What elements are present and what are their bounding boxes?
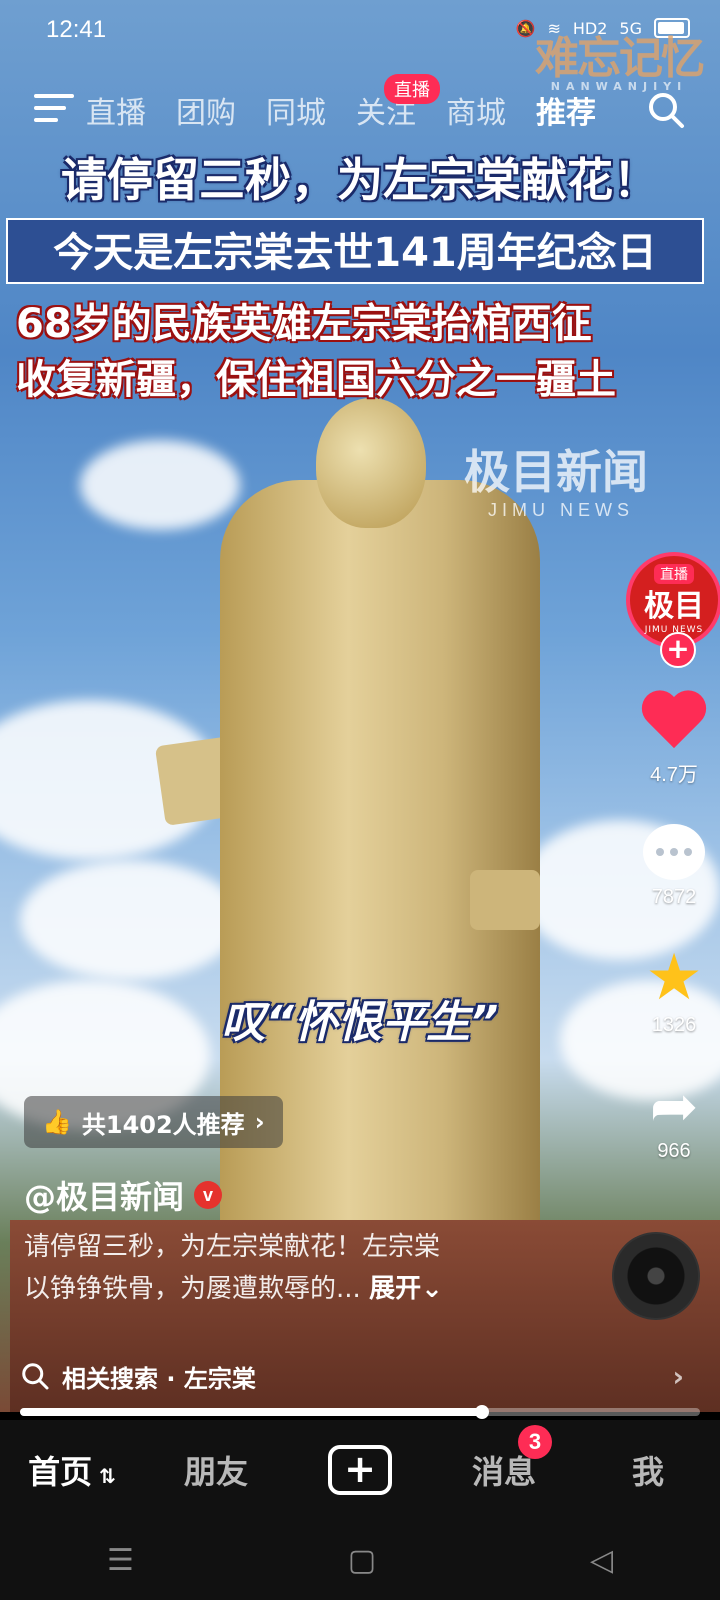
share-icon: ➦ bbox=[649, 1072, 699, 1140]
bottom-tab-bar: 首页 ⇅ 朋友 + 消息 3 我 bbox=[0, 1420, 720, 1520]
expand-label: 展开 bbox=[369, 1274, 422, 1304]
news-watermark: 极目新闻 bbox=[464, 445, 648, 499]
statue-head bbox=[316, 398, 426, 528]
plus-icon: + bbox=[328, 1445, 392, 1495]
cloud bbox=[20, 860, 240, 980]
tab-local[interactable]: 同城 bbox=[266, 88, 326, 132]
author-handle: @极目新闻 bbox=[24, 1178, 185, 1216]
comment-button[interactable]: 7872 bbox=[626, 824, 720, 909]
statue-scroll bbox=[470, 870, 540, 930]
comment-count: 7872 bbox=[651, 886, 697, 908]
cloud bbox=[80, 440, 240, 530]
chevron-down-icon: ⌄ bbox=[421, 1274, 443, 1304]
like-button[interactable]: 4.7万 bbox=[626, 692, 720, 787]
share-button[interactable]: ➦ 966 bbox=[626, 1072, 720, 1163]
desc-line-1: 请停留三秒，为左宗棠献花！左宗棠 bbox=[24, 1232, 441, 1262]
like-count: 4.7万 bbox=[650, 764, 698, 786]
headline-3: 68岁的民族英雄左宗棠抬棺西征 收复新疆，保住祖国六分之一疆土 bbox=[16, 296, 716, 408]
video-description[interactable]: 请停留三秒，为左宗棠献花！左宗棠 以铮铮铁骨，为屡遭欺辱的... 展开⌄ bbox=[24, 1226, 544, 1310]
progress-knob[interactable] bbox=[475, 1405, 490, 1419]
tab-group-buy[interactable]: 团购 bbox=[176, 88, 236, 132]
desc-line-2: 以铮铮铁骨，为屡遭欺辱的... 展开⌄ bbox=[24, 1268, 544, 1310]
refresh-icon: ⇅ bbox=[92, 1464, 116, 1488]
system-nav-bar: ☰ ▢ ◁ bbox=[0, 1520, 720, 1600]
live-badge: 直播 bbox=[384, 74, 440, 104]
chevron-right-icon: › bbox=[254, 1108, 265, 1136]
avatar-name: 极目 bbox=[644, 589, 704, 624]
recent-apps-icon[interactable]: ☰ bbox=[107, 1543, 134, 1578]
news-watermark-sub: JIMU NEWS bbox=[488, 500, 634, 520]
tab-recommend[interactable]: 推荐 bbox=[536, 88, 596, 132]
progress-fill bbox=[20, 1408, 483, 1416]
feed-tabs: 直播 团购 同城 关注 商城 推荐 bbox=[86, 88, 596, 132]
headline-3-line-2: 收复新疆，保住祖国六分之一疆土 bbox=[16, 357, 616, 403]
star-icon: ★ bbox=[645, 941, 703, 1015]
back-icon[interactable]: ◁ bbox=[590, 1543, 613, 1578]
thumbs-up-icon: 👍 bbox=[42, 1108, 72, 1136]
favorite-button[interactable]: ★ 1326 bbox=[626, 941, 720, 1037]
tab-mall[interactable]: 商城 bbox=[446, 88, 506, 132]
home-icon[interactable]: ▢ bbox=[348, 1543, 376, 1578]
video-progress-bar[interactable] bbox=[20, 1405, 700, 1419]
search-icon bbox=[22, 1363, 49, 1390]
verified-icon: v bbox=[194, 1181, 223, 1209]
favorite-count: 1326 bbox=[651, 1014, 697, 1036]
avatar-live-badge: 直播 bbox=[654, 564, 694, 584]
comment-icon bbox=[643, 824, 705, 880]
top-nav: 直播 团购 同城 关注 商城 推荐 直播 bbox=[0, 74, 720, 140]
follow-button[interactable]: + bbox=[660, 632, 696, 668]
related-search-text: 相关搜索 · 左宗棠 bbox=[62, 1364, 256, 1393]
tab-home[interactable]: 首页 ⇅ bbox=[0, 1447, 144, 1493]
tab-home-label: 首页 bbox=[28, 1453, 93, 1491]
chevron-right-icon: › bbox=[672, 1359, 684, 1393]
search-icon[interactable] bbox=[646, 90, 686, 130]
status-time: 12:41 bbox=[46, 16, 107, 43]
expand-button[interactable]: 展开⌄ bbox=[369, 1274, 443, 1304]
music-disc-icon[interactable] bbox=[612, 1232, 700, 1320]
tab-live[interactable]: 直播 bbox=[86, 88, 146, 132]
recommend-text: 共1402人推荐 bbox=[81, 1110, 245, 1139]
channel-watermark-text: 难忘记忆 bbox=[535, 33, 705, 84]
tab-messages[interactable]: 消息 3 bbox=[432, 1425, 576, 1493]
headline-1: 请停留三秒，为左宗棠献花！ bbox=[61, 153, 659, 207]
tab-me[interactable]: 我 bbox=[576, 1447, 720, 1493]
related-search-bar[interactable]: 相关搜索 · 左宗棠 › bbox=[20, 1350, 700, 1402]
message-badge: 3 bbox=[518, 1425, 552, 1459]
share-count: 966 bbox=[657, 1140, 691, 1162]
tab-messages-label: 消息 bbox=[471, 1453, 536, 1491]
desc-line-2-text: 以铮铮铁骨，为屡遭欺辱的... bbox=[24, 1274, 361, 1304]
author-name[interactable]: @极目新闻 v bbox=[24, 1172, 223, 1218]
recommend-chip[interactable]: 👍 共1402人推荐 › bbox=[24, 1096, 283, 1148]
headline-2: 今天是左宗棠去世141周年纪念日 bbox=[6, 218, 704, 284]
headline-3-line-1: 68岁的民族英雄左宗棠抬棺西征 bbox=[16, 301, 592, 347]
video-caption: 叹“怀恨平生” bbox=[221, 997, 499, 1048]
heart-icon bbox=[641, 692, 707, 752]
tab-friends[interactable]: 朋友 bbox=[144, 1447, 288, 1493]
tab-create[interactable]: + bbox=[288, 1445, 432, 1495]
menu-icon[interactable] bbox=[34, 94, 74, 124]
